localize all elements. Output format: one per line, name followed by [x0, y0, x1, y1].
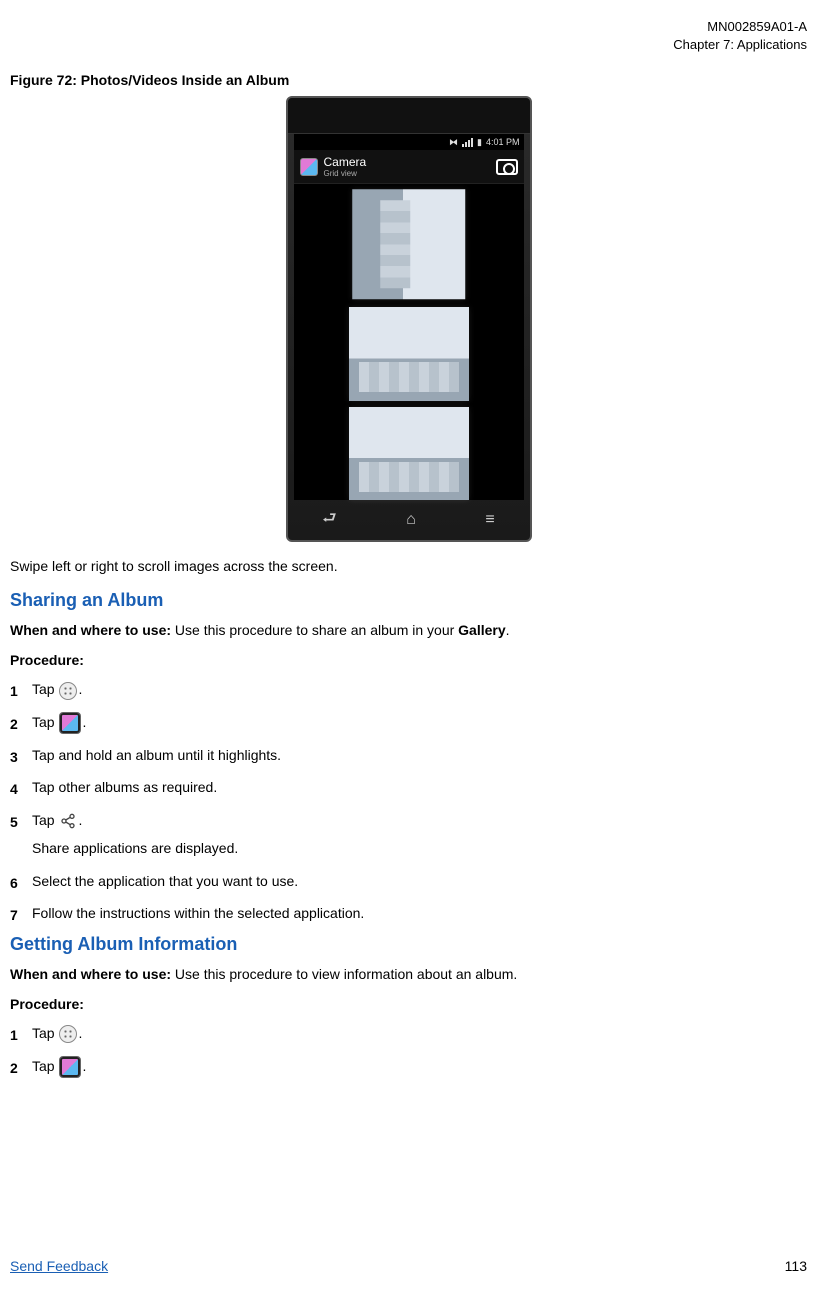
step-text: Tap — [32, 1058, 58, 1074]
gallery-icon — [59, 712, 81, 734]
phone-nav-bar: ⮐ ⌂ ≡ — [288, 500, 530, 540]
step-text: . — [78, 812, 82, 828]
procedure-label: Procedure: — [10, 996, 807, 1012]
when-label: When and where to use: — [10, 622, 171, 638]
when-tail: . — [506, 622, 510, 638]
swipe-instruction: Swipe left or right to scroll images acr… — [10, 558, 807, 574]
signal-icon — [462, 138, 473, 147]
step-text: . — [78, 681, 82, 697]
step-4: Tap other albums as required. — [32, 776, 807, 798]
doc-id: MN002859A01-A — [10, 18, 807, 36]
step-text: Tap — [32, 681, 58, 697]
home-icon: ⌂ — [406, 511, 416, 529]
phone-mockup: ⧓ ▮ 4:01 PM Camera Grid view — [286, 96, 532, 542]
apps-icon — [59, 1025, 77, 1043]
step-text: Tap — [32, 1025, 58, 1041]
phone-screen: ⧓ ▮ 4:01 PM Camera Grid view — [294, 134, 524, 500]
step-7: Follow the instructions within the selec… — [32, 902, 807, 924]
photo-thumbnail — [352, 190, 465, 300]
photo-thumbnail — [349, 407, 469, 501]
thumbnail-strip — [294, 184, 524, 500]
step-2: Tap . — [32, 711, 807, 734]
when-label: When and where to use: — [10, 966, 171, 982]
when-text: Use this procedure to view information a… — [171, 966, 517, 982]
page-header: MN002859A01-A Chapter 7: Applications — [10, 18, 807, 54]
section-title-info: Getting Album Information — [10, 934, 807, 955]
camera-icon — [496, 159, 518, 175]
step-5: Tap . Share applications are displayed. — [32, 809, 807, 860]
procedure-label: Procedure: — [10, 652, 807, 668]
chapter: Chapter 7: Applications — [10, 36, 807, 54]
when-where-info: When and where to use: Use this procedur… — [10, 965, 807, 984]
gallery-icon — [300, 158, 318, 176]
apps-icon — [59, 682, 77, 700]
step-3: Tap and hold an album until it highlight… — [32, 744, 807, 766]
status-bar: ⧓ ▮ 4:01 PM — [294, 134, 524, 150]
send-feedback-link[interactable]: Send Feedback — [10, 1258, 108, 1274]
step-text: Tap — [32, 812, 58, 828]
phone-bezel-top — [288, 98, 530, 134]
step-1: Tap . — [32, 1022, 807, 1044]
photo-thumbnail — [349, 307, 469, 401]
when-where-sharing: When and where to use: Use this procedur… — [10, 621, 807, 640]
app-title: Camera — [324, 156, 367, 169]
battery-icon: ▮ — [477, 137, 482, 148]
step-text: . — [82, 714, 86, 730]
figure-image: ⧓ ▮ 4:01 PM Camera Grid view — [10, 96, 807, 542]
when-text: Use this procedure to share an album in … — [171, 622, 458, 638]
page-number: 113 — [785, 1258, 807, 1274]
gallery-icon — [59, 1056, 81, 1078]
app-subtitle: Grid view — [324, 169, 367, 178]
step-1: Tap . — [32, 678, 807, 700]
step-text: Tap — [32, 714, 58, 730]
procedure-steps-info: Tap . Tap . — [10, 1022, 807, 1078]
step-6: Select the application that you want to … — [32, 870, 807, 892]
app-bar: Camera Grid view — [294, 150, 524, 184]
bluetooth-icon: ⧓ — [449, 137, 458, 148]
step-text: . — [82, 1058, 86, 1074]
step-text: . — [78, 1025, 82, 1041]
back-icon: ⮐ — [322, 507, 336, 534]
step-5-sub: Share applications are displayed. — [32, 837, 807, 859]
step-2: Tap . — [32, 1055, 807, 1078]
recents-icon: ≡ — [485, 511, 494, 529]
share-icon — [59, 813, 77, 829]
section-title-sharing: Sharing an Album — [10, 590, 807, 611]
procedure-steps-sharing: Tap . Tap . Tap and hold an album until … — [10, 678, 807, 924]
when-bold: Gallery — [458, 622, 505, 638]
status-time: 4:01 PM — [486, 137, 520, 147]
figure-caption: Figure 72: Photos/Videos Inside an Album — [10, 72, 807, 88]
